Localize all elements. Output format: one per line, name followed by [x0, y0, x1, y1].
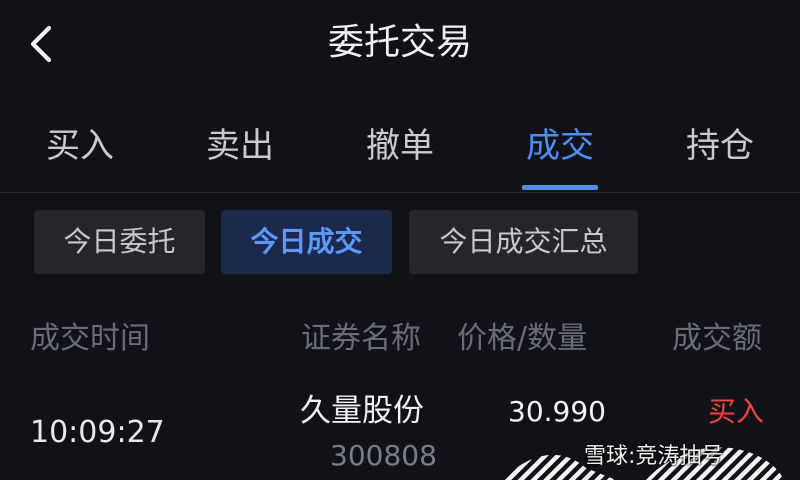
tab-cancel[interactable]: 撤单 — [340, 122, 460, 170]
tab-filled[interactable]: 成交 — [500, 122, 620, 170]
active-tab-indicator — [522, 185, 598, 190]
subtab-today-orders[interactable]: 今日委托 — [34, 210, 205, 274]
column-header-amount: 成交额 — [672, 321, 762, 356]
trade-price: 30.990 — [508, 395, 606, 428]
header-bar: 委托交易 — [0, 0, 800, 88]
subtab-today-trades-summary[interactable]: 今日成交汇总 — [409, 210, 638, 274]
security-name: 久量股份 — [300, 393, 424, 429]
tab-sell[interactable]: 卖出 — [180, 122, 300, 170]
trade-direction-badge: 买入 — [708, 395, 765, 428]
page-title: 委托交易 — [327, 22, 472, 63]
trade-time: 10:09:27 — [30, 415, 165, 450]
column-header-security-name: 证券名称 — [301, 321, 421, 356]
column-header-price-quantity: 价格/数量 — [457, 321, 588, 356]
tab-buy[interactable]: 买入 — [20, 122, 140, 170]
watermark-text: 雪球:竞涛抽号 — [584, 444, 724, 469]
trade-tabs: 买入 卖出 撤单 成交 持仓 — [0, 108, 800, 193]
tab-positions[interactable]: 持仓 — [660, 122, 780, 170]
column-header-time: 成交时间 — [30, 321, 150, 356]
subtab-today-trades[interactable]: 今日成交 — [221, 210, 392, 274]
security-code: 300808 — [330, 439, 437, 472]
